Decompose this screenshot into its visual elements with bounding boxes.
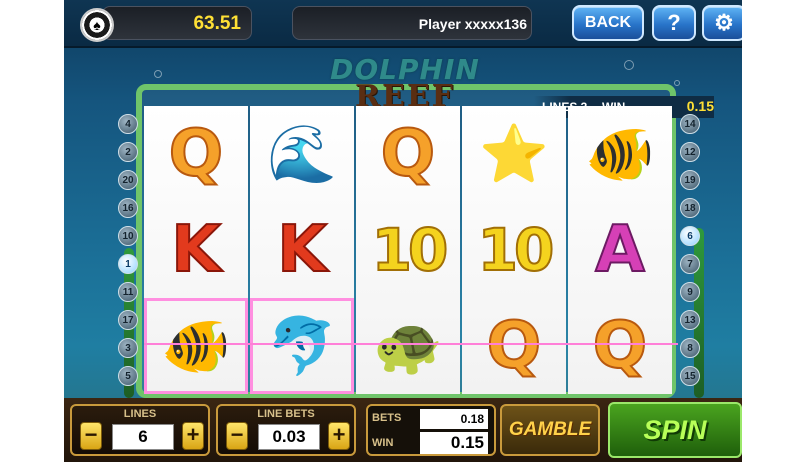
bubble-decoration (154, 70, 162, 78)
line-marker-left[interactable]: 4 (118, 114, 138, 134)
screen: 63.51 ♠ Player xxxxx136 BACK ? ⚙ DOLPHIN… (0, 0, 800, 462)
payline (144, 343, 678, 345)
reel-symbol: ⭐ (462, 106, 566, 202)
line-bets-plus-button[interactable]: + (328, 422, 350, 450)
lines-title: LINES (123, 408, 157, 420)
reel-symbol: 🐬 (250, 298, 354, 394)
line-marker-right[interactable]: 14 (680, 114, 700, 134)
line-marker-right[interactable]: 15 (680, 366, 700, 386)
reel-symbol: 🌊 (250, 106, 354, 202)
turtle-icon: 🐢 (373, 314, 443, 377)
line-marker-left[interactable]: 2 (118, 142, 138, 162)
line-marker-left[interactable]: 17 (118, 310, 138, 330)
dolphin-icon: 🐬 (267, 314, 337, 377)
reel-symbol: K (144, 202, 248, 298)
line-marker-left[interactable]: 10 (118, 226, 138, 246)
line-marker-right[interactable]: 7 (680, 254, 700, 274)
slot-game: 63.51 ♠ Player xxxxx136 BACK ? ⚙ DOLPHIN… (64, 0, 742, 462)
line-marker-left[interactable]: 11 (118, 282, 138, 302)
reel-symbol: 10 (462, 202, 566, 298)
bubble-decoration (624, 60, 634, 70)
starfish-icon: ⭐ (479, 122, 549, 185)
help-button[interactable]: ? (652, 5, 696, 41)
symbol-q: Q (168, 117, 224, 191)
reel-symbol: A (568, 202, 672, 298)
bets-label: BETS (372, 412, 402, 424)
clownfish-icon: 🐠 (161, 314, 231, 377)
clownfish-icon: 🐠 (585, 122, 655, 185)
line-bets-value: 0.03 (258, 424, 320, 450)
seahorse-icon: 🌊 (267, 122, 337, 185)
line-marker-right[interactable]: 18 (680, 198, 700, 218)
win-total-value: 0.15 (420, 432, 488, 454)
gear-icon: ⚙ (714, 10, 734, 35)
top-bar: 63.51 ♠ Player xxxxx136 BACK ? ⚙ (64, 0, 742, 48)
bets-value: 0.18 (420, 409, 488, 429)
reel-1: Q K 🐠 (144, 106, 248, 394)
symbol-q: Q (380, 117, 436, 191)
player-name: Player xxxxx136 (292, 6, 532, 40)
back-button[interactable]: BACK (572, 5, 644, 41)
balance-display: 63.51 (102, 6, 252, 40)
reel-2: 🌊 K 🐬 (250, 106, 354, 394)
lines-value: 6 (112, 424, 174, 450)
line-marker-right[interactable]: 19 (680, 170, 700, 190)
bets-win-panel: BETS 0.18 WIN 0.15 (366, 404, 496, 456)
bubble-decoration (674, 80, 680, 86)
reel-symbol: 🐠 (568, 106, 672, 202)
line-marker-left[interactable]: 5 (118, 366, 138, 386)
line-bets-title: LINE BETS (257, 408, 315, 420)
reel-symbol: 🐢 (356, 298, 460, 394)
reel-3: Q 10 🐢 (356, 106, 460, 394)
win-amount: 0.15 (686, 98, 714, 114)
symbol-q: Q (486, 309, 542, 383)
line-marker-left[interactable]: 16 (118, 198, 138, 218)
line-marker-left[interactable]: 1 (118, 254, 138, 274)
symbol-a: A (594, 213, 646, 287)
line-bets-control: LINE BETS − 0.03 + (216, 404, 356, 456)
settings-button[interactable]: ⚙ (702, 5, 742, 41)
lines-control: LINES − 6 + (70, 404, 210, 456)
line-marker-right[interactable]: 8 (680, 338, 700, 358)
lines-minus-button[interactable]: − (80, 422, 102, 450)
line-marker-left[interactable]: 3 (118, 338, 138, 358)
reel-symbol: Q (462, 298, 566, 394)
line-marker-left[interactable]: 20 (118, 170, 138, 190)
line-marker-right[interactable]: 13 (680, 310, 700, 330)
symbol-q: Q (592, 309, 648, 383)
reel-symbol: Q (356, 106, 460, 202)
line-marker-right[interactable]: 12 (680, 142, 700, 162)
line-bets-minus-button[interactable]: − (226, 422, 248, 450)
reel-5: 🐠 A Q (568, 106, 672, 394)
symbol-k: K (276, 213, 328, 287)
reel-symbol: Q (568, 298, 672, 394)
win-total-label: WIN (372, 437, 394, 449)
poker-chip-icon: ♠ (80, 8, 114, 42)
gamble-button[interactable]: GAMBLE (500, 404, 600, 456)
symbol-10: 10 (371, 216, 450, 284)
spin-button[interactable]: SPIN (608, 402, 742, 458)
reel-4: ⭐ 10 Q (462, 106, 566, 394)
symbol-10: 10 (477, 216, 556, 284)
symbol-k: K (170, 213, 222, 287)
line-marker-right[interactable]: 9 (680, 282, 700, 302)
reel-symbol: K (250, 202, 354, 298)
lines-plus-button[interactable]: + (182, 422, 204, 450)
reel-symbol: 10 (356, 202, 460, 298)
line-marker-right[interactable]: 6 (680, 226, 700, 246)
reel-symbol: Q (144, 106, 248, 202)
reel-symbol: 🐠 (144, 298, 248, 394)
